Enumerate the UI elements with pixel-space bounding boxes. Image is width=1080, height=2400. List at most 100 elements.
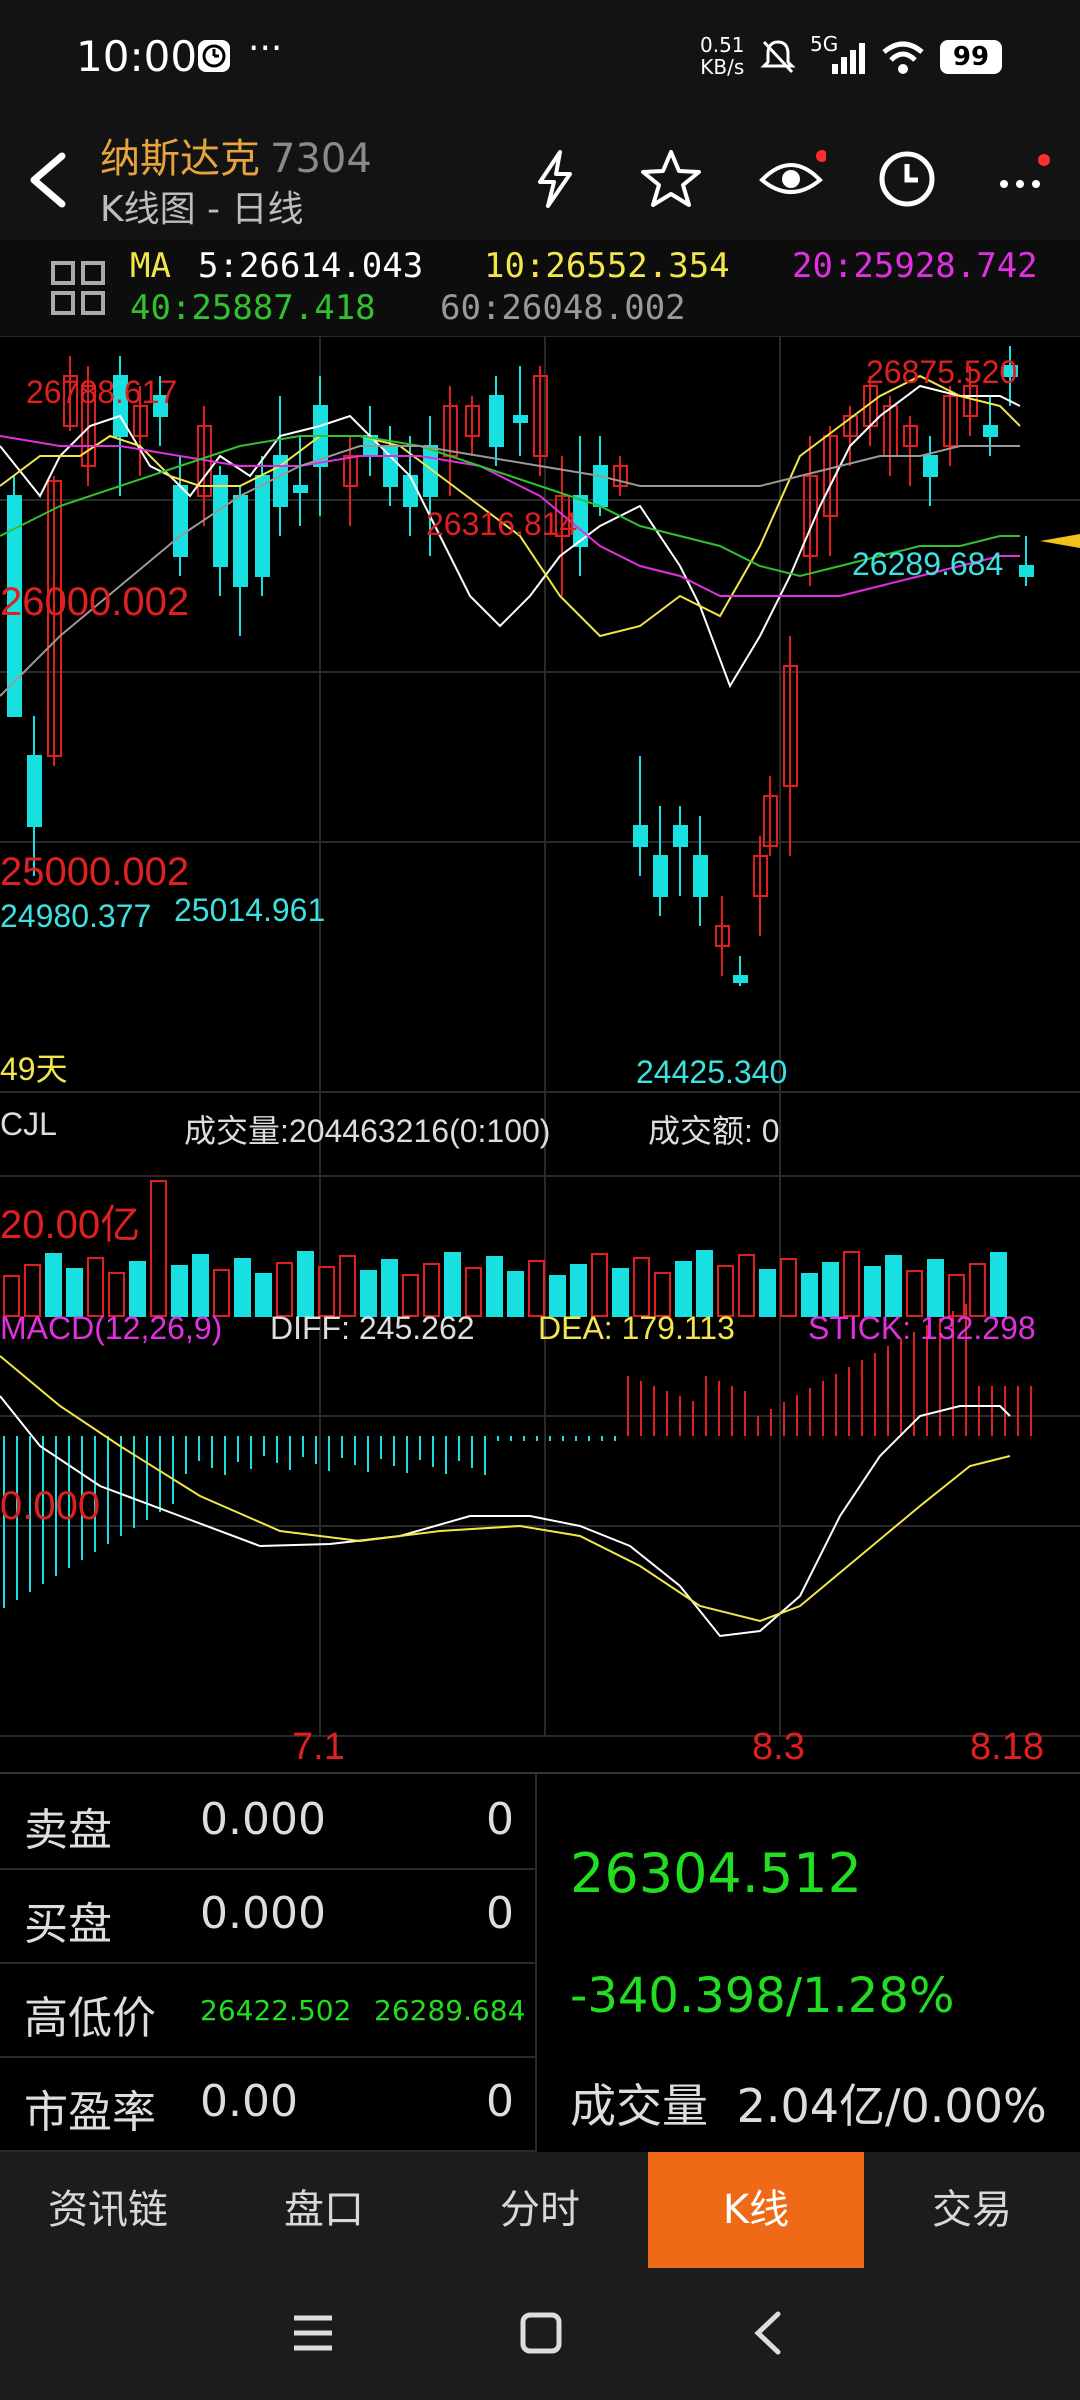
macd-histogram bbox=[3, 1304, 1032, 1608]
volume-bar bbox=[717, 1265, 734, 1317]
turnover-label: 成交量 bbox=[570, 2079, 708, 2133]
low-price: 26289.684 bbox=[374, 1994, 526, 2027]
bid-price: 0.000 bbox=[200, 1888, 326, 1939]
back-icon[interactable] bbox=[22, 150, 72, 210]
stock-name: 纳斯达克 bbox=[100, 136, 260, 182]
watch-eye-icon[interactable] bbox=[756, 144, 826, 214]
candle-body bbox=[693, 855, 708, 897]
status-bar: 10:00 ··· 0.51 KB/s 5G 99 bbox=[0, 0, 1080, 120]
bottom-tabbar: 资讯链 盘口 分时 K线 交易 bbox=[0, 2152, 1080, 2268]
macd-diff-line bbox=[0, 1395, 1011, 1638]
volume-bar bbox=[192, 1254, 209, 1317]
turnover-value: 2.04亿/0.00% bbox=[736, 2079, 1047, 2133]
volume-bar bbox=[822, 1262, 839, 1317]
chart-type-icon[interactable] bbox=[50, 260, 106, 316]
pe-value: 0.00 bbox=[200, 2076, 298, 2127]
candle-body bbox=[233, 495, 248, 587]
volume-bar bbox=[864, 1266, 881, 1317]
bid-count: 0 bbox=[486, 1888, 514, 1939]
ma10-value: 10:26552.354 bbox=[484, 246, 730, 286]
wifi-icon bbox=[882, 41, 924, 74]
kline-chart-area[interactable]: 26788.617 26316.814 26875.520 26000.002 … bbox=[0, 336, 1080, 1772]
candle-body bbox=[293, 485, 308, 493]
pe-label: 市盈率 bbox=[24, 2087, 156, 2138]
date-label-3: 8.18 bbox=[970, 1726, 1044, 1768]
volume-bar bbox=[318, 1266, 335, 1317]
date-label-1: 7.1 bbox=[292, 1726, 345, 1768]
lightning-icon[interactable] bbox=[520, 144, 590, 214]
system-nav-bar bbox=[0, 2268, 1080, 2400]
ma40-value: 40:25887.418 bbox=[130, 288, 376, 328]
volume-bar bbox=[297, 1251, 314, 1317]
volume-bar bbox=[591, 1253, 608, 1317]
candle-body bbox=[173, 485, 188, 557]
volume-bars bbox=[3, 1180, 1007, 1317]
price-level-26000: 26000.002 bbox=[0, 580, 190, 624]
price-label-low-left: 24980.377 bbox=[0, 898, 152, 934]
ma20-value: 20:25928.742 bbox=[792, 246, 1038, 286]
signal-icon bbox=[832, 43, 865, 74]
ma60-value: 60:26048.002 bbox=[440, 288, 686, 328]
net-speed-value: 0.51 bbox=[700, 33, 745, 57]
volume-level: 20.00亿 bbox=[0, 1203, 141, 1247]
candle-body bbox=[653, 855, 668, 897]
candle-body bbox=[489, 395, 504, 447]
volume-bar bbox=[486, 1256, 503, 1317]
candle-body bbox=[733, 975, 748, 983]
volume-bar bbox=[528, 1260, 545, 1317]
volume-bar bbox=[171, 1265, 188, 1317]
volume-bar bbox=[150, 1180, 167, 1317]
current-price: 26304.512 bbox=[570, 1842, 863, 1905]
volume-bar bbox=[570, 1264, 587, 1317]
star-icon[interactable] bbox=[636, 144, 706, 214]
volume-bar bbox=[444, 1252, 461, 1317]
chart-subtitle: K线图 - 日线 bbox=[100, 189, 304, 230]
price-label-right-low: 26289.684 bbox=[852, 546, 1004, 582]
ask-count: 0 bbox=[486, 1794, 514, 1845]
volume-title: CJL bbox=[0, 1106, 57, 1142]
macd-lines bbox=[0, 1355, 1011, 1638]
high-price: 26422.502 bbox=[200, 1994, 352, 2027]
bid-row: 买盘 0.000 0 bbox=[0, 1868, 535, 1964]
volume-bar bbox=[339, 1255, 356, 1317]
ask-price: 0.000 bbox=[200, 1794, 326, 1845]
macd-stick: STICK: 132.298 bbox=[808, 1310, 1036, 1346]
price-level-25000: 25000.002 bbox=[0, 850, 190, 894]
mute-icon bbox=[760, 40, 796, 74]
more-notifications-icon: ··· bbox=[248, 28, 283, 69]
tab-intraday[interactable]: 分时 bbox=[432, 2152, 648, 2268]
turnover: 成交量 2.04亿/0.00% bbox=[570, 2070, 1047, 2136]
price-label-high-left: 26788.617 bbox=[26, 374, 178, 410]
volume-bar bbox=[129, 1261, 146, 1317]
price-label-high-mid: 26316.814 bbox=[426, 506, 578, 542]
volume-value: 成交量:204463216(0:100) bbox=[184, 1113, 551, 1149]
tab-news-chain[interactable]: 资讯链 bbox=[0, 2152, 216, 2268]
ma-legend: MA 5:26614.043 10:26552.354 20:25928.742… bbox=[0, 240, 1080, 338]
days-label: 49天 bbox=[0, 1051, 68, 1087]
tab-trade[interactable]: 交易 bbox=[864, 2152, 1080, 2268]
back-nav-icon[interactable] bbox=[746, 2310, 792, 2356]
tab-order-book[interactable]: 盘口 bbox=[216, 2152, 432, 2268]
volume-bar bbox=[507, 1271, 524, 1317]
volume-bar bbox=[780, 1258, 797, 1317]
macd-dea: DEA: 179.113 bbox=[538, 1310, 735, 1346]
candle-body bbox=[923, 455, 938, 477]
price-change: -340.398/1.28% bbox=[570, 1968, 955, 2024]
candle-body bbox=[1019, 565, 1034, 577]
candle-body bbox=[593, 465, 608, 507]
menu-icon[interactable] bbox=[290, 2310, 336, 2356]
volume-bar bbox=[738, 1254, 755, 1317]
candle-body bbox=[513, 415, 528, 423]
more-icon[interactable] bbox=[990, 144, 1060, 214]
volume-bar bbox=[675, 1261, 692, 1317]
tab-kline[interactable]: K线 bbox=[648, 2152, 864, 2268]
volume-bar bbox=[423, 1263, 440, 1317]
price-pointer-icon bbox=[1040, 534, 1080, 548]
candle-body bbox=[403, 475, 418, 507]
history-clock-icon[interactable] bbox=[872, 144, 942, 214]
volume-bar bbox=[234, 1258, 251, 1317]
volume-bar bbox=[66, 1268, 83, 1317]
home-icon[interactable] bbox=[518, 2310, 564, 2356]
volume-bar bbox=[843, 1251, 860, 1317]
macd-zero-level: 0.000 bbox=[0, 1484, 101, 1528]
